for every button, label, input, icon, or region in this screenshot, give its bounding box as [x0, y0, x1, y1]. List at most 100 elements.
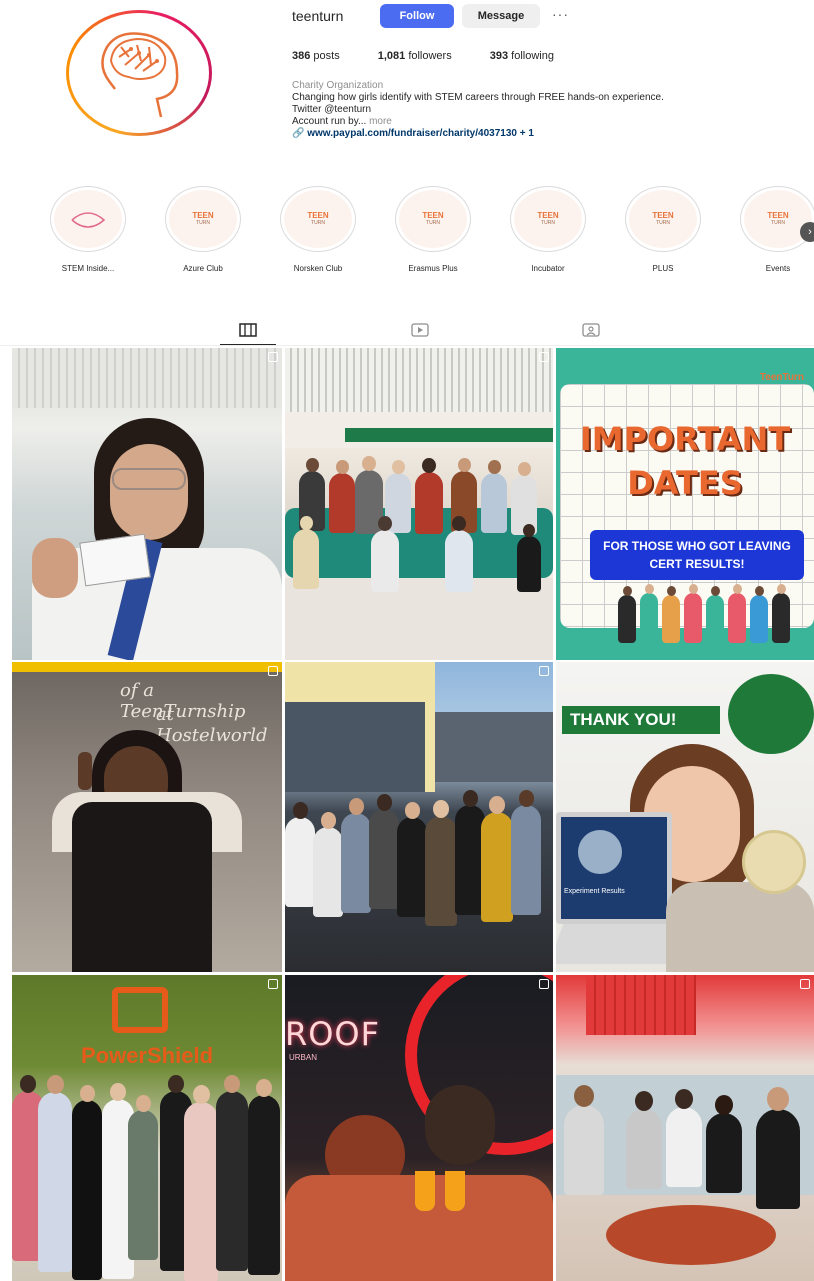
person-body — [313, 827, 343, 917]
highlight-label: Erasmus Plus — [408, 264, 458, 273]
person-head — [376, 794, 392, 811]
person-head — [335, 460, 349, 475]
multi-post-icon — [539, 666, 549, 676]
profile-link[interactable]: 🔗 www.paypal.com/fundraiser/charity/4037… — [292, 128, 792, 140]
highlight-logo-sub: TURN — [426, 220, 440, 226]
powershield-logo-icon — [112, 987, 168, 1033]
profile-link-extra[interactable]: + 1 — [520, 128, 534, 139]
highlight-cover-image: TEEN TURN — [169, 190, 237, 248]
person-head — [404, 802, 420, 819]
person-body — [397, 817, 427, 917]
profile-avatar[interactable] — [66, 10, 212, 136]
post-tile-rooftop-group[interactable] — [285, 662, 553, 972]
person-head — [767, 1087, 789, 1112]
highlight-label: Norsken Club — [293, 264, 343, 273]
highlight-logo: TEEN — [652, 211, 674, 220]
message-button[interactable]: Message — [462, 4, 540, 28]
highlight-item[interactable]: TEEN TURN Norsken Club — [278, 186, 358, 273]
more-options-icon[interactable]: ··· — [552, 6, 569, 22]
post-tile-group-chairs[interactable] — [285, 348, 553, 660]
person-head — [675, 1089, 693, 1109]
followers-count: 1,081 — [377, 50, 406, 62]
post-tile-thank-you[interactable]: THANK YOU! Experiment Results — [556, 662, 814, 972]
highlight-cover[interactable]: TEEN TURN — [165, 186, 241, 252]
profile-bio: Charity Organization Changing how girls … — [292, 80, 792, 140]
person-head — [715, 1095, 733, 1115]
video-icon — [411, 323, 429, 337]
highlight-cover[interactable]: TEEN TURN — [280, 186, 356, 252]
roof-neon-sub: URBAN — [289, 1053, 318, 1062]
highlight-cover[interactable]: TEEN TURN — [740, 186, 814, 252]
stem-swirl-icon — [71, 212, 106, 228]
posts-tab[interactable] — [237, 322, 259, 338]
highlight-cover[interactable]: TEEN TURN — [395, 186, 471, 252]
highlight-item[interactable]: TEEN TURN Azure Club — [163, 186, 243, 273]
posts-count: 386 — [292, 50, 311, 62]
post-tile-important-dates[interactable]: TeenTurn IMPORTANT DATES FOR THOSE WHO G… — [556, 348, 814, 660]
posts-stat: 386 posts — [292, 50, 340, 62]
post-tile-hostelworld[interactable]: of a TeenTurnship at Hostelworld — [12, 662, 282, 972]
following-label: following — [511, 50, 554, 62]
person-body — [618, 595, 636, 643]
highlight-cover-image — [54, 190, 122, 248]
highlight-item[interactable]: STEM Inside... — [48, 186, 128, 273]
person-head — [666, 586, 676, 596]
person-head — [391, 460, 405, 475]
profile-link-url[interactable]: www.paypal.com/fundraiser/charity/403713… — [307, 128, 517, 139]
post-tile-roof-restaurant[interactable]: ROOF URBAN — [285, 975, 553, 1281]
follow-button[interactable]: Follow — [380, 4, 454, 28]
post-tile-cafe[interactable] — [556, 975, 814, 1281]
person-head — [688, 584, 698, 594]
highlight-cover[interactable]: TEEN TURN — [625, 186, 701, 252]
highlight-item[interactable]: TEEN TURN PLUS — [623, 186, 703, 273]
following-stat[interactable]: 393 following — [490, 50, 554, 62]
highlight-label: PLUS — [652, 264, 674, 273]
person-body — [285, 817, 315, 907]
highlight-cover-image: TEEN TURN — [629, 190, 697, 248]
person-body — [369, 809, 399, 909]
post-tile-powershield[interactable]: PowerShield — [12, 975, 282, 1281]
person-head — [457, 458, 471, 473]
person-head — [462, 790, 478, 807]
person-body — [684, 593, 702, 643]
multi-post-icon — [268, 666, 278, 676]
person-head — [433, 800, 449, 818]
reels-tab[interactable] — [409, 322, 431, 338]
followers-stat[interactable]: 1,081 followers — [378, 50, 452, 62]
person-body — [517, 536, 541, 592]
person-head — [710, 586, 720, 596]
person-body — [640, 593, 658, 643]
person-head — [574, 1085, 594, 1107]
person-body — [481, 473, 507, 533]
tag-icon — [582, 323, 600, 337]
highlight-cover[interactable]: TEEN TURN — [510, 186, 586, 252]
person-head — [79, 1085, 95, 1102]
grid-icon — [239, 323, 257, 337]
person-head — [489, 796, 505, 814]
person-head — [46, 1075, 64, 1094]
highlight-cover[interactable] — [50, 186, 126, 252]
highlight-cover-image: TEEN TURN — [399, 190, 467, 248]
highlights-next-icon[interactable]: › — [800, 222, 814, 242]
person-body — [626, 1109, 662, 1189]
person-head — [299, 516, 313, 531]
person-body — [184, 1102, 218, 1281]
bio-more-link[interactable]: more — [369, 116, 392, 127]
highlight-item[interactable]: TEEN TURN Incubator — [508, 186, 588, 273]
person-head — [168, 1075, 184, 1093]
person-head — [776, 584, 786, 594]
highlight-logo: TEEN — [422, 211, 444, 220]
bio-line: Changing how girls identify with STEM ca… — [292, 92, 664, 103]
tagged-tab[interactable] — [580, 322, 602, 338]
highlight-item[interactable]: TEEN TURN Erasmus Plus — [393, 186, 473, 273]
highlight-cover-image: TEEN TURN — [284, 190, 352, 248]
post-tile-selfie[interactable] — [12, 348, 282, 660]
bio-line: Twitter @teenturn — [292, 104, 372, 115]
multi-post-icon — [539, 352, 549, 362]
person-body — [564, 1105, 604, 1195]
highlight-logo: TEEN — [192, 211, 214, 220]
person-head — [135, 1095, 151, 1112]
person-head — [192, 1085, 210, 1104]
sponsor-badge-icon — [728, 674, 814, 754]
profile-username: teenturn — [292, 8, 344, 24]
